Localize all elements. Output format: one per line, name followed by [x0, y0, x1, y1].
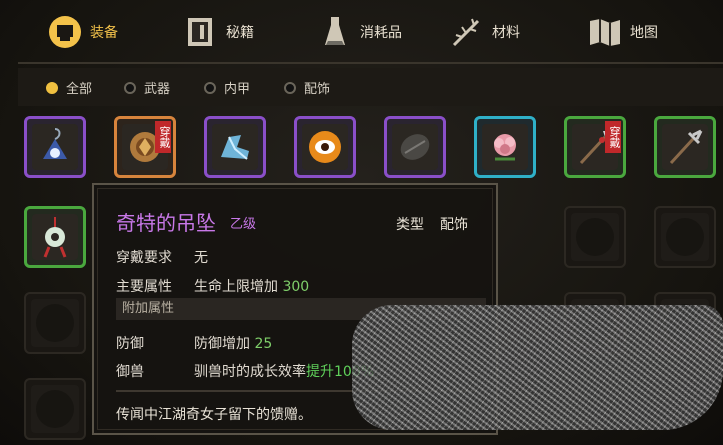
book-icon [184, 15, 218, 49]
filter-label: 配饰 [304, 82, 331, 97]
pendant-icon [32, 124, 78, 170]
filter-label: 全部 [66, 82, 93, 97]
tab-consumables[interactable]: 消耗品 [318, 8, 402, 56]
tab-label: 消耗品 [360, 25, 402, 41]
filter-all[interactable]: 全部 [46, 78, 92, 97]
tab-label: 材料 [492, 25, 520, 41]
main-attr-text: 生命上限增加 [194, 279, 278, 295]
inventory-slot[interactable] [294, 116, 356, 178]
equipped-badge: 穿戴 [605, 121, 621, 153]
filter-bar: 全部 武器 内甲 配饰 [18, 68, 723, 106]
main-attr-label: 主要属性 [116, 279, 172, 295]
category-tabs: 装备 秘籍 消耗品 材料 地图 [0, 0, 723, 64]
equipped-badge: 穿戴 [155, 121, 171, 153]
defense-value: 防御增加 25 [194, 333, 272, 353]
tab-materials[interactable]: 材料 [450, 8, 520, 56]
main-attr-value: 生命上限增加 300 [194, 276, 309, 296]
inventory-slot[interactable] [204, 116, 266, 178]
filter-armor[interactable]: 内甲 [204, 78, 250, 97]
filter-weapons[interactable]: 武器 [124, 78, 170, 97]
defense-number: 25 [254, 336, 273, 352]
tab-label: 装备 [90, 25, 118, 41]
inventory-slot-empty[interactable] [564, 206, 626, 268]
inventory-slot-empty[interactable] [654, 206, 716, 268]
herb-icon [450, 15, 484, 49]
inventory-slot[interactable]: 穿戴 [564, 116, 626, 178]
type-value: 配饰 [440, 217, 468, 233]
defense-label: 防御 [116, 336, 144, 352]
type-label: 类型 [396, 217, 424, 233]
filter-label: 内甲 [224, 82, 251, 97]
crystal-shoe-icon [212, 124, 258, 170]
inventory-slot-empty[interactable] [24, 292, 86, 354]
noise-overlay [352, 305, 723, 430]
item-description: 传闻中江湖奇女子留下的馈赠。 [116, 407, 312, 423]
radio-icon [204, 81, 216, 94]
inventory-slot[interactable] [384, 116, 446, 178]
requirement-label: 穿戴要求 [116, 250, 172, 266]
flower-icon [482, 124, 528, 170]
beast-text: 驯兽时的成长效率 [194, 364, 306, 380]
item-name: 奇特的吊坠 [116, 211, 216, 235]
filter-label: 武器 [144, 82, 171, 97]
main-attr-number: 300 [282, 279, 310, 295]
inventory-slot[interactable] [24, 206, 86, 268]
tab-map[interactable]: 地图 [588, 8, 658, 56]
radio-icon [124, 81, 136, 94]
radio-selected-icon [46, 81, 58, 94]
potion-icon [318, 15, 352, 49]
tab-equipment[interactable]: 装备 [48, 8, 118, 56]
helmet-icon [48, 15, 82, 49]
eye-orb-icon [302, 124, 348, 170]
tab-manuals[interactable]: 秘籍 [184, 8, 254, 56]
dark-stone-icon [392, 124, 438, 170]
beast-value: 驯兽时的成长效率提升100% [194, 361, 374, 381]
jade-pendant-icon [32, 214, 78, 260]
inventory-slot[interactable] [474, 116, 536, 178]
radio-icon [284, 81, 296, 94]
tab-label: 秘籍 [226, 25, 254, 41]
map-icon [588, 15, 622, 49]
inventory-slot-empty[interactable] [24, 378, 86, 440]
inventory-slot[interactable] [654, 116, 716, 178]
inventory-slot[interactable] [24, 116, 86, 178]
requirement-value: 无 [194, 250, 208, 266]
tab-label: 地图 [630, 25, 658, 41]
beast-label: 御兽 [116, 364, 144, 380]
item-grade: 乙级 [230, 217, 257, 232]
inventory-slot[interactable]: 穿戴 [114, 116, 176, 178]
trident-icon [662, 124, 708, 170]
defense-text: 防御增加 [194, 336, 250, 352]
tab-divider [18, 62, 723, 64]
filter-accessories[interactable]: 配饰 [284, 78, 330, 97]
